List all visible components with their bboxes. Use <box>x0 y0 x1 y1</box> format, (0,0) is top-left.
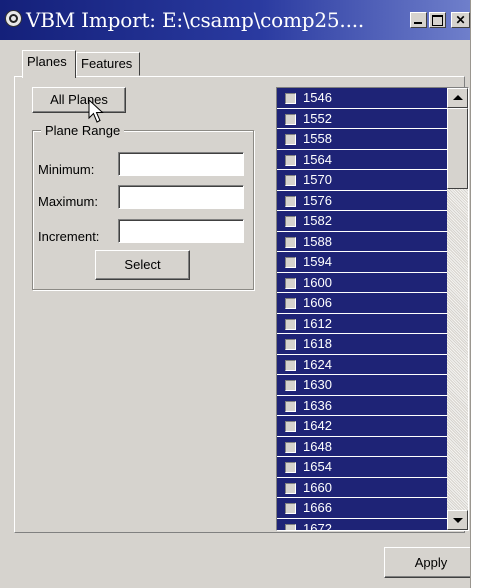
plane-checkbox[interactable] <box>285 441 296 453</box>
plane-label: 1666 <box>303 500 332 515</box>
increment-field[interactable] <box>118 219 244 243</box>
plane-list-items: 1546 1552 1558 1564 1570 1576 1582 1588 1594 1600… <box>277 88 447 531</box>
plane-label: 1564 <box>303 151 332 167</box>
list-item[interactable]: 1642 <box>277 416 447 436</box>
scroll-thumb[interactable] <box>447 108 468 189</box>
list-item[interactable]: 1618 <box>277 334 447 354</box>
plane-label: 1660 <box>303 479 332 495</box>
list-item[interactable]: 1636 <box>277 395 447 415</box>
maximize-button[interactable] <box>429 12 446 28</box>
plane-label: 1546 <box>303 90 332 105</box>
tab-features[interactable]: Features <box>76 52 140 76</box>
list-item[interactable]: 1558 <box>277 129 447 149</box>
plane-label: 1606 <box>303 295 332 310</box>
list-item[interactable]: 1612 <box>277 313 447 333</box>
plane-label: 1648 <box>303 438 332 454</box>
mouse-pointer-icon <box>88 99 104 123</box>
plane-checkbox[interactable] <box>285 257 296 268</box>
plane-checkbox[interactable] <box>285 134 296 145</box>
plane-label: 1570 <box>303 172 332 187</box>
list-item[interactable]: 1624 <box>277 354 447 374</box>
list-item[interactable]: 1606 <box>277 293 447 313</box>
list-item[interactable]: 1576 <box>277 190 447 210</box>
plane-checkbox[interactable] <box>285 113 296 125</box>
plane-label: 1576 <box>303 192 332 208</box>
list-item[interactable]: 1588 <box>277 231 447 251</box>
plane-label: 1618 <box>303 336 332 351</box>
plane-checkbox[interactable] <box>285 380 296 391</box>
list-item[interactable]: 1600 <box>277 272 447 292</box>
list-item[interactable]: 1654 <box>277 457 447 477</box>
plane-checkbox[interactable] <box>285 462 296 473</box>
plane-checkbox[interactable] <box>285 195 296 207</box>
plane-checkbox[interactable] <box>285 482 296 494</box>
list-item[interactable]: 1546 <box>277 88 447 108</box>
plane-checkbox[interactable] <box>285 298 296 309</box>
list-scrollbar[interactable] <box>447 88 468 530</box>
window-title: VBM Import: E:\csamp\comp25.... <box>26 8 365 32</box>
plane-label: 1624 <box>303 356 332 372</box>
app-icon[interactable] <box>5 10 22 27</box>
plane-checkbox[interactable] <box>285 421 296 432</box>
minimize-button[interactable] <box>410 12 427 28</box>
plane-label: 1612 <box>303 315 332 331</box>
list-item[interactable]: 1648 <box>277 436 447 456</box>
plane-label: 1636 <box>303 397 332 413</box>
plane-list[interactable]: 1546 1552 1558 1564 1570 1576 1582 1588 1594 1600… <box>276 87 469 531</box>
list-item[interactable]: 1666 <box>277 498 447 518</box>
plane-checkbox[interactable] <box>285 277 296 289</box>
list-item[interactable]: 1660 <box>277 477 447 497</box>
plane-label: 1672 <box>303 520 332 531</box>
select-button[interactable]: Select <box>95 250 190 280</box>
plane-range-label: Plane Range <box>41 123 125 138</box>
maximum-field[interactable] <box>118 185 244 209</box>
list-item[interactable]: 1552 <box>277 108 447 128</box>
scroll-up-button[interactable] <box>447 88 468 108</box>
minimum-label: Minimum: <box>38 162 95 177</box>
list-item[interactable]: 1672 <box>277 518 447 531</box>
plane-label: 1558 <box>303 131 332 146</box>
apply-button[interactable]: Apply <box>384 547 470 578</box>
scroll-down-button[interactable] <box>447 510 468 530</box>
all-planes-button[interactable]: All Planes <box>32 87 126 113</box>
plane-checkbox[interactable] <box>285 93 296 104</box>
plane-checkbox[interactable] <box>285 236 296 248</box>
list-item[interactable]: 1570 <box>277 170 447 190</box>
plane-checkbox[interactable] <box>285 359 296 371</box>
plane-label: 1654 <box>303 459 332 474</box>
plane-checkbox[interactable] <box>285 216 296 227</box>
plane-label: 1630 <box>303 377 332 392</box>
increment-label: Increment: <box>38 229 100 244</box>
plane-label: 1642 <box>303 418 332 433</box>
list-item[interactable]: 1564 <box>277 149 447 169</box>
plane-checkbox[interactable] <box>285 339 296 350</box>
list-item[interactable]: 1594 <box>277 252 447 272</box>
list-item[interactable]: 1630 <box>277 375 447 395</box>
tab-planes[interactable]: Planes <box>22 50 76 78</box>
vbm-import-window: VBM Import: E:\csamp\comp25.... ✕ Planes… <box>0 0 471 588</box>
plane-checkbox[interactable] <box>285 154 296 166</box>
plane-checkbox[interactable] <box>285 400 296 412</box>
plane-checkbox[interactable] <box>285 503 296 514</box>
plane-label: 1582 <box>303 213 332 228</box>
plane-checkbox[interactable] <box>285 175 296 186</box>
plane-checkbox[interactable] <box>285 318 296 330</box>
plane-label: 1588 <box>303 233 332 249</box>
plane-label: 1600 <box>303 274 332 290</box>
list-item[interactable]: 1582 <box>277 211 447 231</box>
maximum-label: Maximum: <box>38 194 98 209</box>
plane-checkbox[interactable] <box>285 523 296 530</box>
title-bar[interactable]: VBM Import: E:\csamp\comp25.... ✕ <box>0 0 470 40</box>
plane-label: 1594 <box>303 254 332 269</box>
minimum-field[interactable] <box>118 152 244 176</box>
plane-label: 1552 <box>303 110 332 126</box>
close-button[interactable]: ✕ <box>451 12 470 28</box>
